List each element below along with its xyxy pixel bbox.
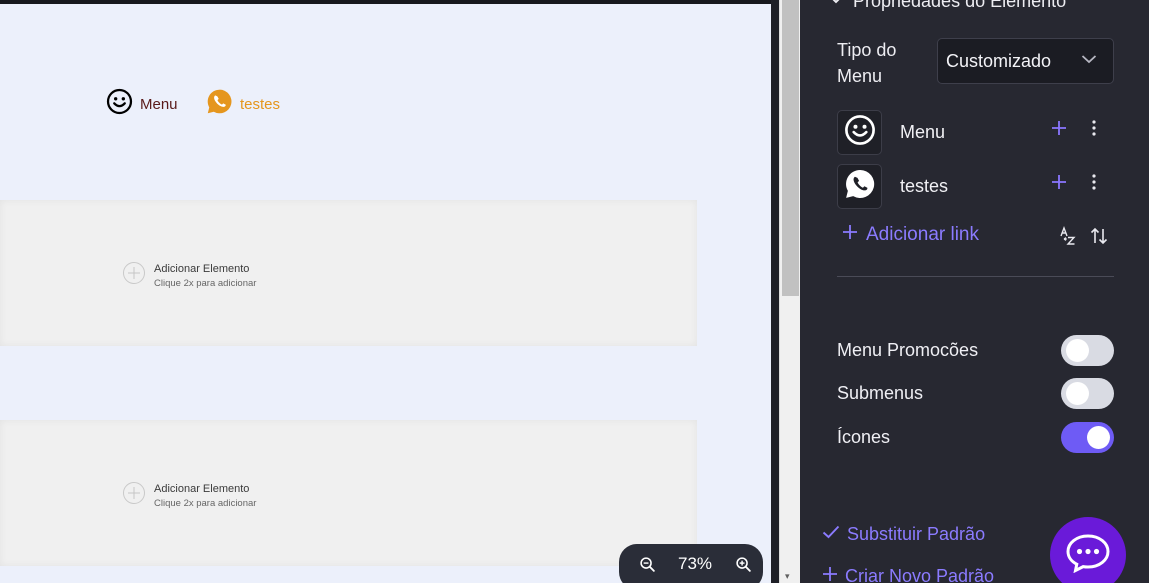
add-element-title: Adicionar Elemento [154, 263, 250, 275]
toggle-row-menu-promocoes: Menu Promocões [837, 334, 1114, 366]
menu-promocoes-toggle[interactable] [1061, 334, 1114, 366]
toggle-knob [1087, 425, 1110, 449]
menu-link-label: testes [900, 175, 949, 196]
empty-section-block[interactable]: Adicionar Elemento Clique 2x para adicio… [0, 420, 697, 566]
check-icon [822, 524, 840, 545]
whatsapp-icon [844, 168, 876, 205]
page-canvas[interactable]: Menu testes Adicionar Elemento Clique 2x… [0, 0, 771, 583]
menu-link-row[interactable]: testes [837, 163, 1114, 209]
add-link-button[interactable]: Adicionar link [842, 224, 979, 246]
menu-type-label: Tipo do Menu [837, 40, 897, 86]
link-icon-picker[interactable] [837, 163, 882, 209]
smiley-icon [844, 114, 876, 151]
chat-support-button[interactable] [1050, 517, 1126, 583]
more-options-icon[interactable] [1088, 170, 1100, 194]
zoom-in-icon[interactable] [733, 554, 753, 574]
link-icon-picker[interactable] [837, 109, 882, 155]
empty-section-block[interactable]: Adicionar Elemento Clique 2x para adicio… [0, 200, 697, 346]
icones-toggle[interactable] [1061, 421, 1114, 453]
zoom-out-icon[interactable] [637, 554, 657, 574]
panel-divider [837, 276, 1114, 277]
submenus-toggle[interactable] [1061, 377, 1114, 409]
toggle-knob [1066, 338, 1089, 362]
more-options-icon[interactable] [1088, 116, 1100, 140]
scrollbar-thumb[interactable] [782, 0, 799, 296]
add-link-label: Adicionar link [866, 224, 979, 245]
canvas-top-border [0, 0, 771, 4]
preview-menu-item-menu[interactable]: Menu [106, 88, 178, 120]
preview-menu-item-label: Menu [140, 95, 178, 113]
zoom-control: 73% [619, 544, 763, 583]
add-sublink-plus-icon[interactable] [1047, 116, 1071, 140]
canvas-scrollbar[interactable]: ▾ [779, 0, 800, 583]
add-element-placeholder[interactable]: Adicionar Elemento Clique 2x para adicio… [123, 482, 256, 510]
menu-type-select[interactable]: Customizado [937, 38, 1114, 84]
section-title: Propriedades do Elemento [853, 0, 1067, 11]
plus-icon [822, 566, 838, 583]
menu-type-value: Customizado [946, 50, 1052, 71]
add-element-placeholder[interactable]: Adicionar Elemento Clique 2x para adicio… [123, 262, 256, 290]
add-element-title: Adicionar Elemento [154, 483, 250, 495]
chevron-down-icon [1081, 51, 1097, 72]
substituir-padrao-label: Substituir Padrão [847, 524, 986, 544]
canvas-frame-edge [771, 0, 779, 583]
add-element-hint: Clique 2x para adicionar [154, 278, 257, 289]
chevron-down-icon [828, 0, 844, 12]
whatsapp-icon [206, 88, 233, 120]
plus-icon [842, 224, 858, 246]
substituir-padrao-button[interactable]: Substituir Padrão [822, 524, 985, 545]
smiley-icon [106, 88, 133, 120]
properties-section-header[interactable]: Propriedades do Elemento [828, 0, 1066, 12]
add-circle-icon [123, 262, 145, 284]
chat-bubble-icon [1065, 533, 1111, 578]
toggle-label: Ícones [837, 426, 891, 447]
add-element-hint: Clique 2x para adicionar [154, 498, 257, 509]
toggle-row-icones: Ícones [837, 421, 1114, 453]
zoom-level: 73% [677, 554, 713, 573]
criar-novo-padrao-label: Criar Novo Padrão [845, 566, 995, 583]
criar-novo-padrao-button[interactable]: Criar Novo Padrão [822, 566, 994, 583]
editor-screen: Menu testes Adicionar Elemento Clique 2x… [0, 0, 1149, 583]
toggle-label: Menu Promocões [837, 339, 979, 360]
reorder-arrows-icon[interactable] [1090, 226, 1108, 251]
preview-menu-item-label: testes [240, 95, 281, 113]
sort-alphabetical-icon[interactable] [1059, 226, 1079, 251]
preview-menu-item-testes[interactable]: testes [206, 88, 280, 120]
properties-panel: Propriedades do Elemento Tipo do Menu Cu… [800, 0, 1149, 583]
add-sublink-plus-icon[interactable] [1047, 170, 1071, 194]
toggle-row-submenus: Submenus [837, 377, 1114, 409]
scroll-down-icon[interactable]: ▾ [785, 571, 790, 581]
toggle-label: Submenus [837, 382, 924, 403]
add-circle-icon [123, 482, 145, 504]
toggle-knob [1066, 381, 1089, 405]
menu-link-label: Menu [900, 121, 946, 142]
menu-link-row[interactable]: Menu [837, 109, 1114, 155]
